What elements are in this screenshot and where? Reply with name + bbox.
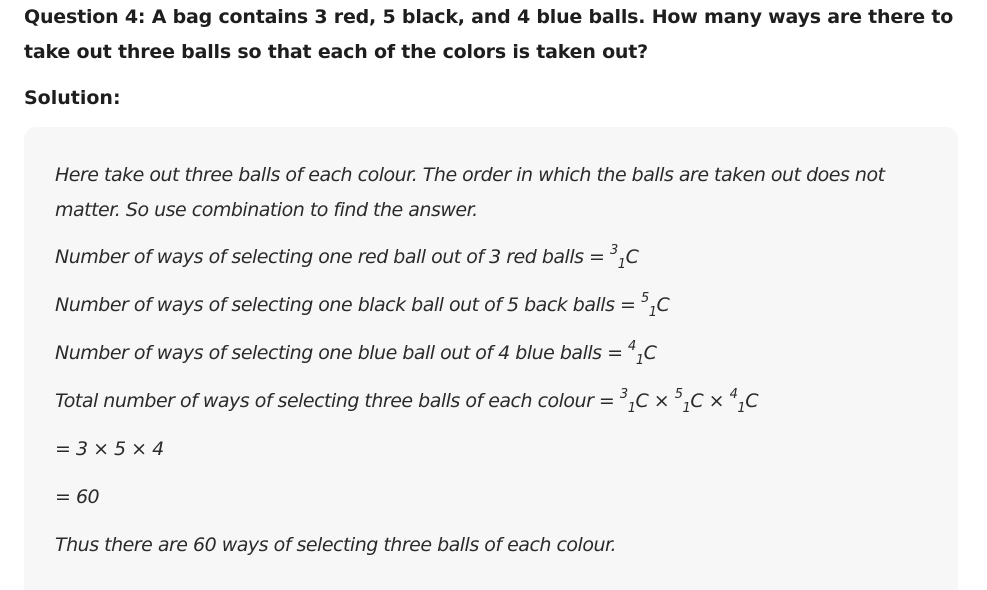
blue-c: C — [643, 342, 657, 364]
red-r: 1 — [617, 257, 626, 272]
blue-n: 4 — [628, 339, 636, 354]
red-combination: 31C — [610, 243, 639, 271]
total-term-1-n: 3 — [619, 387, 628, 402]
total-term-2: 51C — [674, 387, 704, 415]
blue-ball-line: Number of ways of selecting one blue bal… — [55, 339, 657, 367]
step-result: = 60 — [55, 486, 100, 508]
total-text: Total number of ways of selecting three … — [55, 390, 615, 412]
black-ball-line: Number of ways of selecting one black ba… — [55, 291, 670, 319]
total-term-2-c: C — [690, 390, 704, 412]
blue-r: 1 — [635, 353, 644, 368]
times-symbol-1: × — [653, 390, 670, 412]
total-term-3-n: 4 — [729, 387, 738, 402]
black-n: 5 — [640, 291, 649, 306]
blue-combination: 41C — [628, 339, 657, 367]
conclusion-text: Thus there are 60 ways of selecting thre… — [55, 534, 617, 556]
red-ball-line: Number of ways of selecting one red ball… — [55, 243, 639, 271]
question-text: Question 4: A bag contains 3 red, 5 blac… — [24, 6, 954, 63]
solution-intro: Here take out three balls of each colour… — [55, 164, 885, 221]
total-term-1-c: C — [635, 390, 649, 412]
red-c: C — [625, 246, 639, 268]
black-combination: 51C — [640, 291, 670, 319]
page: Question 4: A bag contains 3 red, 5 blac… — [0, 0, 987, 590]
red-n: 3 — [610, 243, 618, 258]
black-ball-text: Number of ways of selecting one black ba… — [55, 294, 636, 316]
red-ball-text: Number of ways of selecting one red ball… — [55, 246, 605, 268]
solution-heading: Solution: — [24, 87, 121, 109]
total-line: Total number of ways of selecting three … — [55, 387, 759, 415]
blue-ball-text: Number of ways of selecting one blue bal… — [55, 342, 623, 364]
black-r: 1 — [648, 305, 657, 320]
total-term-2-n: 5 — [674, 387, 683, 402]
step-product: = 3 × 5 × 4 — [55, 438, 164, 460]
times-symbol-2: × — [708, 390, 725, 412]
total-term-3: 41C — [729, 387, 759, 415]
total-term-1: 31C — [619, 387, 649, 415]
black-c: C — [656, 294, 670, 316]
total-term-3-c: C — [745, 390, 758, 412]
